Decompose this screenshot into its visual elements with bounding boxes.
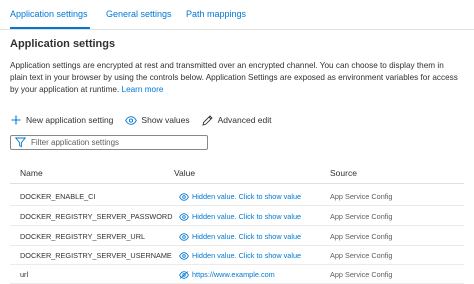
table-row[interactable]: DOCKER_REGISTRY_SERVER_USERNAME Hidden v… [10,246,464,265]
table-row[interactable]: url https://www.example.com App Service … [10,265,464,284]
new-application-setting-button[interactable]: New application setting [10,114,113,126]
eye-icon [179,270,189,279]
table-row[interactable]: DOCKER_ENABLE_CI Hidden value. Click to … [10,187,464,206]
header-divider [10,183,464,184]
column-header-value[interactable]: Value [174,168,195,178]
setting-value[interactable]: Hidden value. Click to show value [179,232,301,241]
setting-name[interactable]: DOCKER_REGISTRY_SERVER_URL [20,232,145,241]
show-values-label: Show values [141,115,190,125]
column-header-name[interactable]: Name [20,168,43,178]
pencil-icon [202,114,214,126]
tab-path-mappings[interactable]: Path mappings [186,9,246,19]
setting-name[interactable]: DOCKER_ENABLE_CI [20,192,95,201]
setting-value-text: Hidden value. Click to show value [192,251,302,260]
setting-name[interactable]: DOCKER_REGISTRY_SERVER_USERNAME [20,251,172,260]
learn-more-link[interactable]: Learn more [122,85,164,94]
setting-name[interactable]: url [20,270,28,279]
filter-input[interactable] [31,138,206,147]
advanced-edit-label: Advanced edit [217,115,272,125]
toolbar: New application setting Show values Adva… [10,113,284,127]
page-title: Application settings [10,38,116,50]
setting-value-text: Hidden value. Click to show value [192,212,302,221]
active-tab-indicator [10,27,90,29]
description: Application settings are encrypted at re… [10,60,462,96]
eye-icon [179,192,189,201]
eye-icon [179,232,189,241]
description-text: Application settings are encrypted at re… [10,61,458,94]
advanced-edit-button[interactable]: Advanced edit [202,114,272,126]
setting-value-text: https://www.example.com [192,270,275,279]
setting-value-text: Hidden value. Click to show value [192,192,302,201]
setting-value-text: Hidden value. Click to show value [192,232,302,241]
setting-value[interactable]: Hidden value. Click to show value [179,192,301,201]
setting-source: App Service Config [330,212,393,221]
table-row[interactable]: DOCKER_REGISTRY_SERVER_URL Hidden value.… [10,227,464,246]
filter-icon [15,137,26,148]
new-application-setting-label: New application setting [26,115,114,125]
setting-value[interactable]: Hidden value. Click to show value [179,212,301,221]
setting-value[interactable]: https://www.example.com [179,270,275,279]
setting-value[interactable]: Hidden value. Click to show value [179,251,301,260]
eye-icon [179,212,189,221]
filter-box[interactable] [10,135,208,150]
setting-name[interactable]: DOCKER_REGISTRY_SERVER_PASSWORD [20,212,172,221]
setting-source: App Service Config [330,270,393,279]
column-header-source[interactable]: Source [330,168,357,178]
setting-source: App Service Config [330,232,393,241]
tab-general-settings[interactable]: General settings [106,9,172,19]
setting-source: App Service Config [330,251,393,260]
plus-icon [10,114,22,126]
eye-icon [125,114,138,126]
show-values-button[interactable]: Show values [125,114,190,126]
eye-icon [179,251,189,260]
tab-bar: Application settings General settings Pa… [0,0,474,30]
table-row[interactable]: DOCKER_REGISTRY_SERVER_PASSWORD Hidden v… [10,207,464,226]
tab-application-settings[interactable]: Application settings [10,9,88,19]
setting-source: App Service Config [330,192,393,201]
